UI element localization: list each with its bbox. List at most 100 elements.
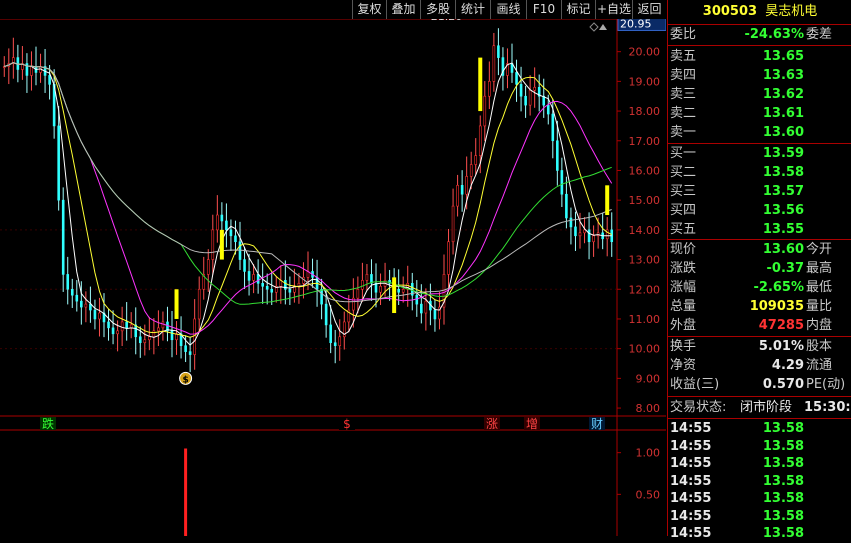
stock-code: 300503 [702,4,758,19]
tick-price: 13.58 [762,526,804,541]
toolbar-button[interactable]: 画线 [490,0,526,19]
quote-row: 涨幅 -2.65% 最低 [668,278,851,297]
toolbar-button[interactable]: 统计 [455,0,490,19]
candle-body [415,294,419,305]
quote-value: -2.65% [753,280,805,295]
quote-label2: 内盘 [806,318,833,333]
buy-price: 13.59 [762,146,804,161]
candle-body [111,327,115,335]
signal-bar [174,289,179,319]
kline-chart[interactable]: 20.00 19.00 18.00 17.00 16.00 15.00 14.00 13.00… [0,19,666,536]
toolbar-button[interactable]: 叠加 [386,0,420,19]
candle-body [57,125,60,201]
event-marker: 增 [526,417,538,431]
diamond-icon[interactable] [589,22,599,32]
candle-body [474,155,478,165]
webi-label: 委比 [670,27,697,42]
candle-body [61,199,65,275]
volume-tick-label: 0.50 [636,488,661,501]
event-marker: 涨 [486,416,498,431]
sell-label: 卖一 [670,125,697,140]
candle-body [356,288,360,299]
candle-body [70,288,74,296]
fin-label2: PE(动) [806,377,846,392]
divider [668,396,851,397]
triangle-icon [599,24,607,30]
price-tick-label: 11.00 [629,313,661,326]
tick-time: 14:55 [670,491,712,506]
volume-tick-label: 1.00 [636,447,661,460]
candle-body [524,95,527,106]
toolbar-button[interactable]: 标记 [561,0,595,19]
sell-row: 卖二 13.61 [668,104,851,123]
sell-row: 卖三 13.62 [668,85,851,104]
candle-body [75,294,79,302]
candle-body [243,259,246,272]
candle-body [206,259,210,275]
toolbar-button[interactable]: +自选 [595,0,632,19]
buy-row: 买三 13.57 [668,182,851,201]
fin-row: 换手 5.01% 股本 [668,337,851,356]
tick-price: 13.58 [762,508,804,524]
quote-row: 总量 109035 量比 [668,297,851,316]
sell-label: 卖五 [670,49,697,64]
toolbar-button[interactable]: 多股 [420,0,455,19]
buy-label: 买三 [670,184,697,199]
candle-body [401,288,405,293]
price-tick-label: 10.00 [629,343,661,356]
quote-label2: 最低 [806,280,833,295]
toolbar-button[interactable]: 返回 [632,0,666,19]
candle-body [30,66,33,76]
price-tick-label: 13.00 [629,254,661,267]
candle-body [220,214,224,222]
candle-body [397,288,400,293]
candle-body [225,220,228,231]
candle-body [184,345,187,352]
weicha-label: 委差 [806,27,833,42]
buy-price: 13.56 [762,203,804,218]
coin-icon-label: $ [182,375,188,385]
signal-bar [605,185,610,216]
event-marker: 财 [591,417,603,431]
candle-body [138,336,142,344]
quote-label2: 最高 [806,261,833,276]
candle-body [515,72,518,85]
tick-time: 14:55 [670,508,712,524]
candle-body [324,303,328,326]
candle-body [379,285,382,293]
candle-body [48,75,51,85]
tick-time: 14:55 [670,438,712,454]
webi-value: -24.63% [744,27,804,42]
quote-row: 涨跌 -0.37 最高 [668,259,851,278]
fin-label: 收益(三) [670,377,720,392]
sell-label: 卖四 [670,68,697,83]
price-tick-label: 19.00 [629,75,661,88]
current-price-label: 20.95 [620,19,652,30]
tick-row: 14:55 13.58 [668,490,851,508]
price-tick-label: 20.00 [629,46,661,59]
quote-row: 现价 13.60 今开 [668,240,851,259]
candle-body [469,164,473,177]
event-marker: $ [343,417,351,431]
quote-label2: 今开 [806,242,833,257]
buy-price: 13.58 [762,165,804,180]
quote-value: 13.60 [762,242,804,257]
candle-body [374,283,378,293]
candle-body [533,87,536,91]
tick-price: 13.58 [762,456,804,471]
tick-row: 14:55 13.58 [668,508,851,526]
candle-body [89,303,92,311]
candle-body [288,288,292,293]
candle-body [157,327,160,332]
toolbar-button[interactable]: 复权 [352,0,386,19]
candle-body [492,45,496,82]
candle-body [420,303,423,314]
candle-body [365,274,369,281]
sell-label: 卖三 [670,87,697,102]
quote-row: 外盘 47285 内盘 [668,316,851,335]
candle-body [488,81,491,97]
toolbar-button[interactable]: F10 [526,0,561,19]
fin-value: 4.29 [771,358,804,373]
candle-body [333,342,337,346]
signal-bar [478,57,483,112]
